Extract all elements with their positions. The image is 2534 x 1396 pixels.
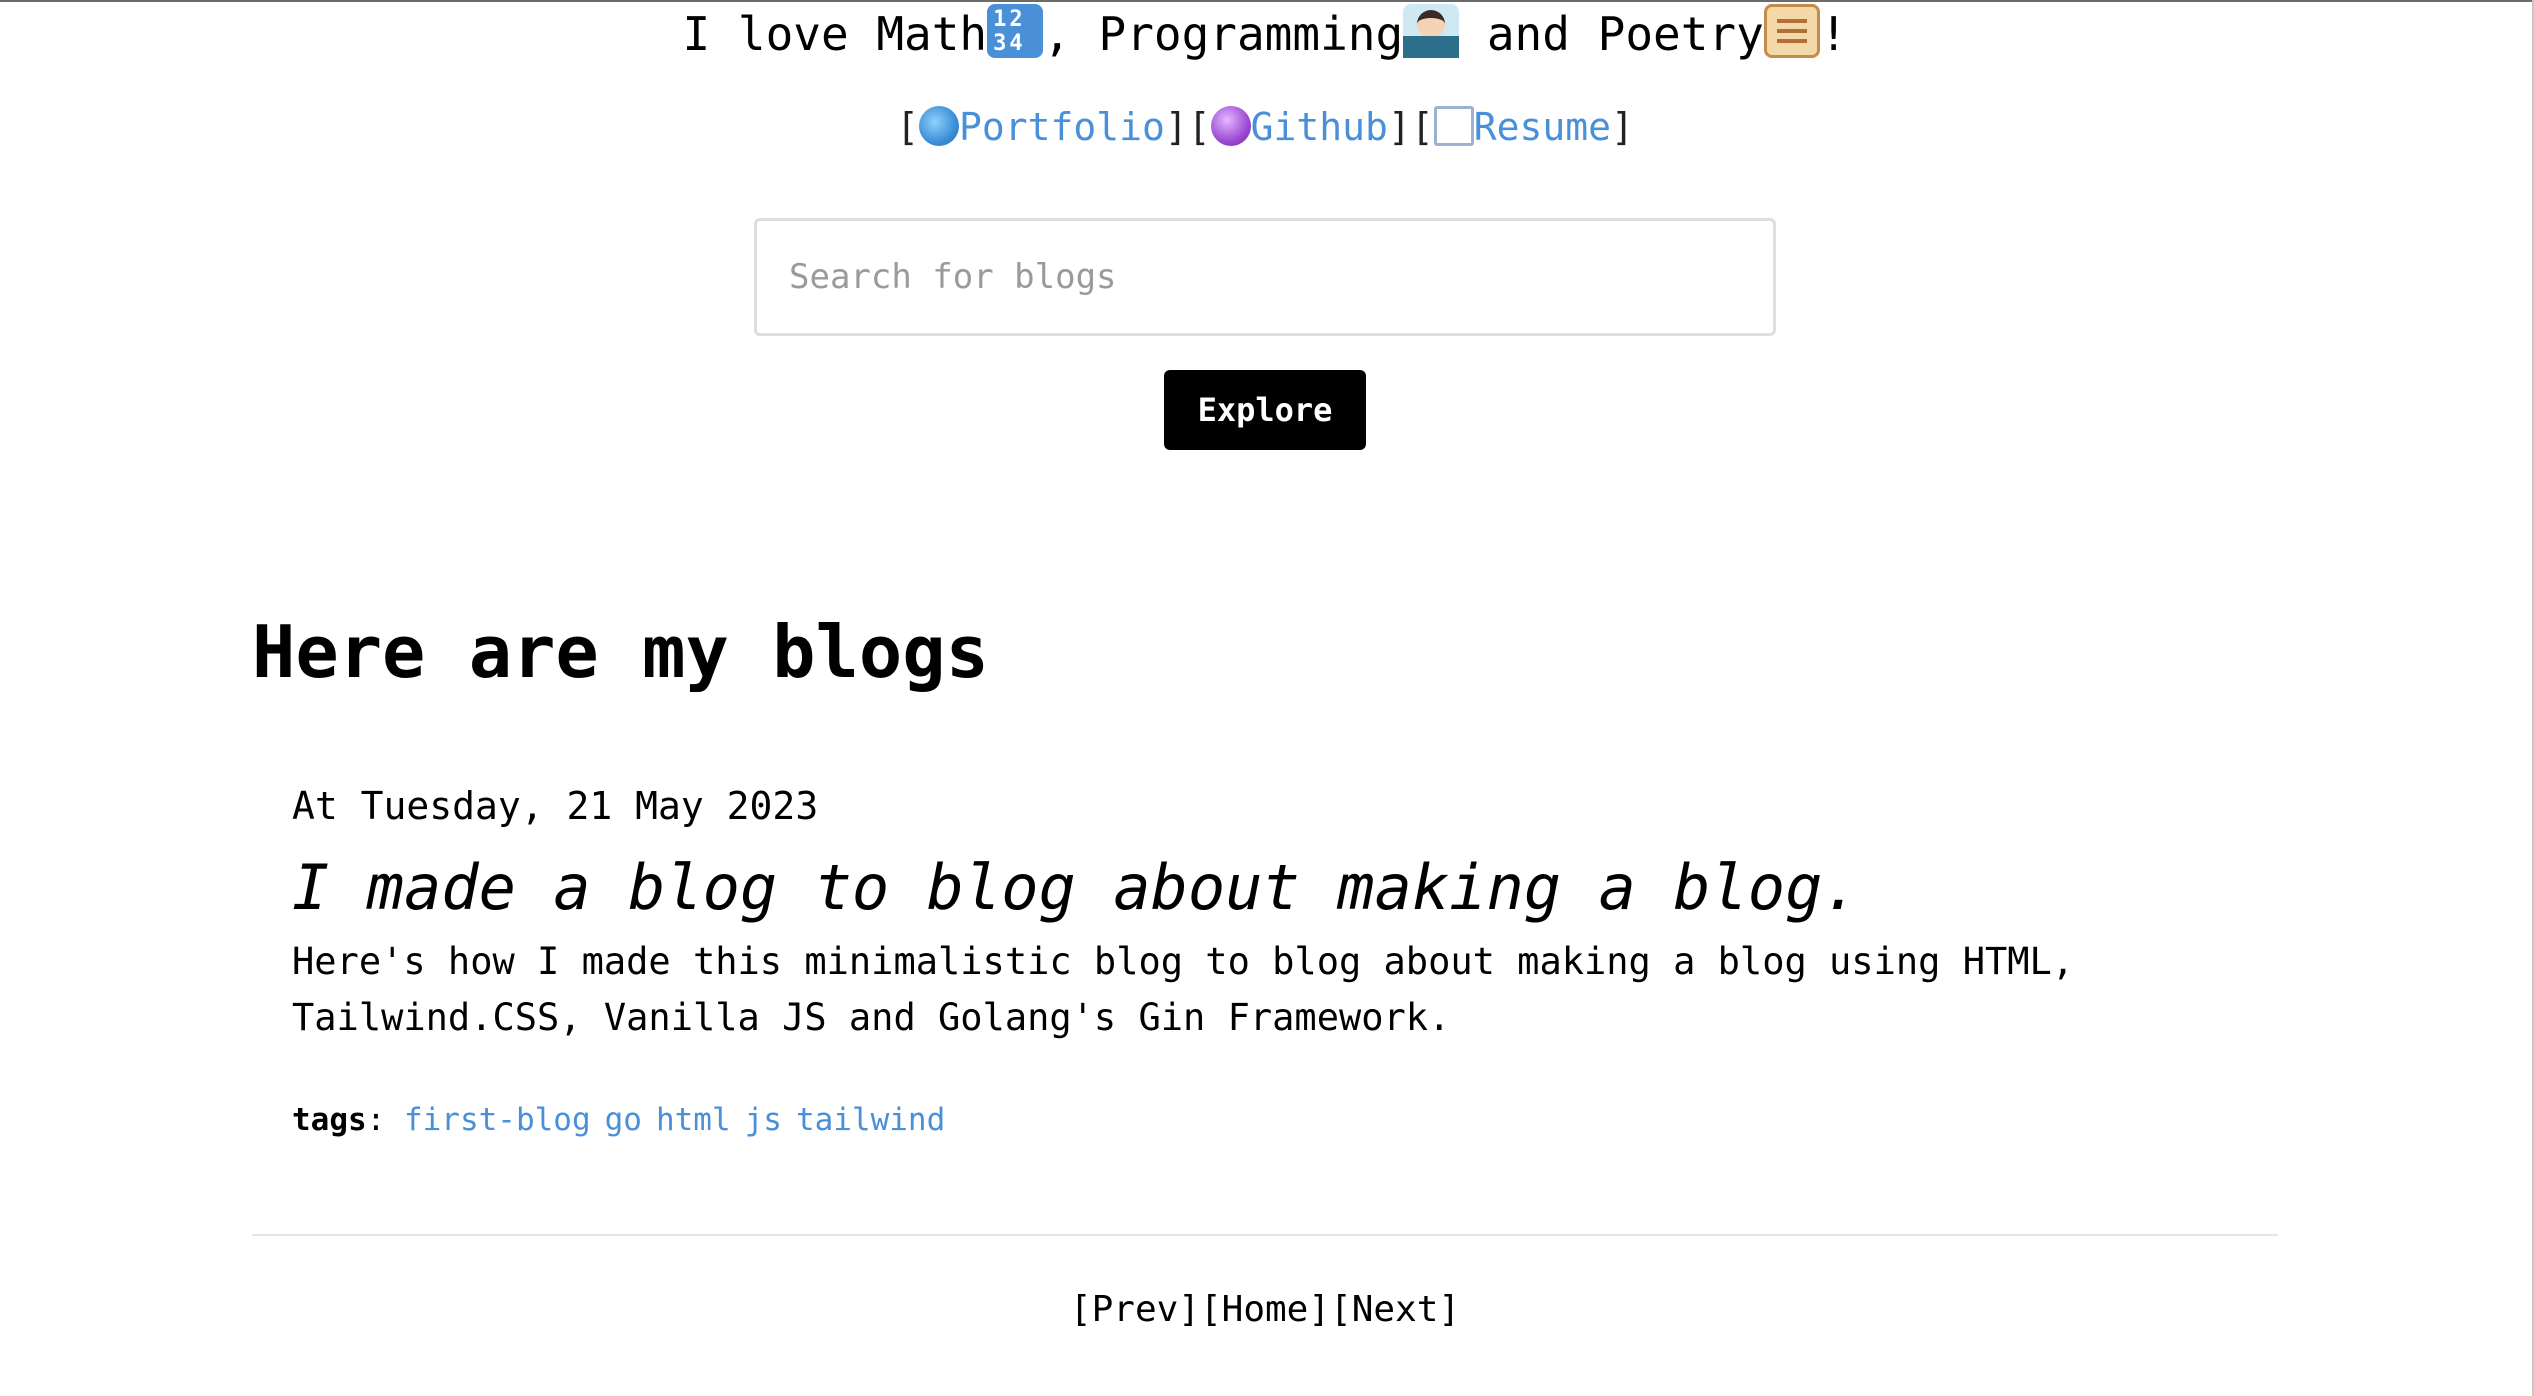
tagline-part-math: I love Math xyxy=(682,7,988,61)
crystal-ball-icon xyxy=(1210,106,1251,146)
tag-link[interactable]: js xyxy=(745,1102,782,1138)
tag-link[interactable]: tailwind xyxy=(796,1102,945,1138)
prev-page-link[interactable]: [Prev] xyxy=(1070,1289,1200,1330)
tagline: I love Math 12 34, Programming and Poetry! xyxy=(0,2,2530,66)
tagline-part-poetry: and Poetry xyxy=(1459,7,1764,61)
search-input[interactable] xyxy=(757,221,1773,333)
profile-links: [Portfolio][Github][Resume] xyxy=(0,94,2530,160)
post-tags: tags: first-blog go html js tailwind xyxy=(292,1098,2292,1142)
scroll-icon xyxy=(1763,4,1820,58)
page-title: Here are my blogs xyxy=(252,610,989,694)
search-box xyxy=(754,218,1776,336)
tagline-part-programming: , Programming xyxy=(1043,7,1404,61)
bracket-close: ] xyxy=(1387,105,1411,149)
portfolio-link[interactable]: Portfolio xyxy=(918,105,1165,149)
bracket-open: [ xyxy=(1410,105,1434,149)
post-title: I made a blog to blog about making a blo… xyxy=(292,848,2292,928)
resume-link-label: Resume xyxy=(1473,105,1612,149)
page-icon xyxy=(1433,106,1474,146)
explore-button[interactable]: Explore xyxy=(1164,370,1366,450)
portfolio-link-label: Portfolio xyxy=(958,105,1165,149)
bracket-open: [ xyxy=(896,105,919,149)
next-page-link[interactable]: [Next] xyxy=(1330,1289,1460,1330)
divider xyxy=(252,1234,2278,1236)
post-summary: Here's how I made this minimalistic blog… xyxy=(292,940,2075,1039)
post-date: At Tuesday, 21 May 2023 xyxy=(292,784,819,828)
tags-label: tags xyxy=(292,1102,367,1138)
github-link[interactable]: Github xyxy=(1210,105,1388,149)
resume-link[interactable]: Resume xyxy=(1433,105,1612,149)
tagline-part-exclaim: ! xyxy=(1819,7,1848,61)
globe-icon xyxy=(918,106,959,146)
tag-link[interactable]: first-blog xyxy=(404,1102,591,1138)
input-numbers-icon: 12 34 xyxy=(987,4,1044,58)
bracket-close: ] xyxy=(1164,105,1188,149)
github-link-label: Github xyxy=(1250,105,1388,149)
tag-link[interactable]: go xyxy=(605,1102,642,1138)
tag-link[interactable]: html xyxy=(656,1102,731,1138)
bracket-open: [ xyxy=(1187,105,1211,149)
technologist-icon xyxy=(1403,4,1460,58)
tags-colon: : xyxy=(366,1102,404,1138)
bracket-close: ] xyxy=(1611,105,1634,149)
blog-post-card: At Tuesday, 21 May 2023 I made a blog to… xyxy=(292,776,2292,1142)
pagination: [Prev][Home][Next] xyxy=(0,1282,2530,1338)
home-link[interactable]: [Home] xyxy=(1200,1289,1330,1330)
post-title-link[interactable]: I made a blog to blog about making a blo… xyxy=(292,851,1860,924)
